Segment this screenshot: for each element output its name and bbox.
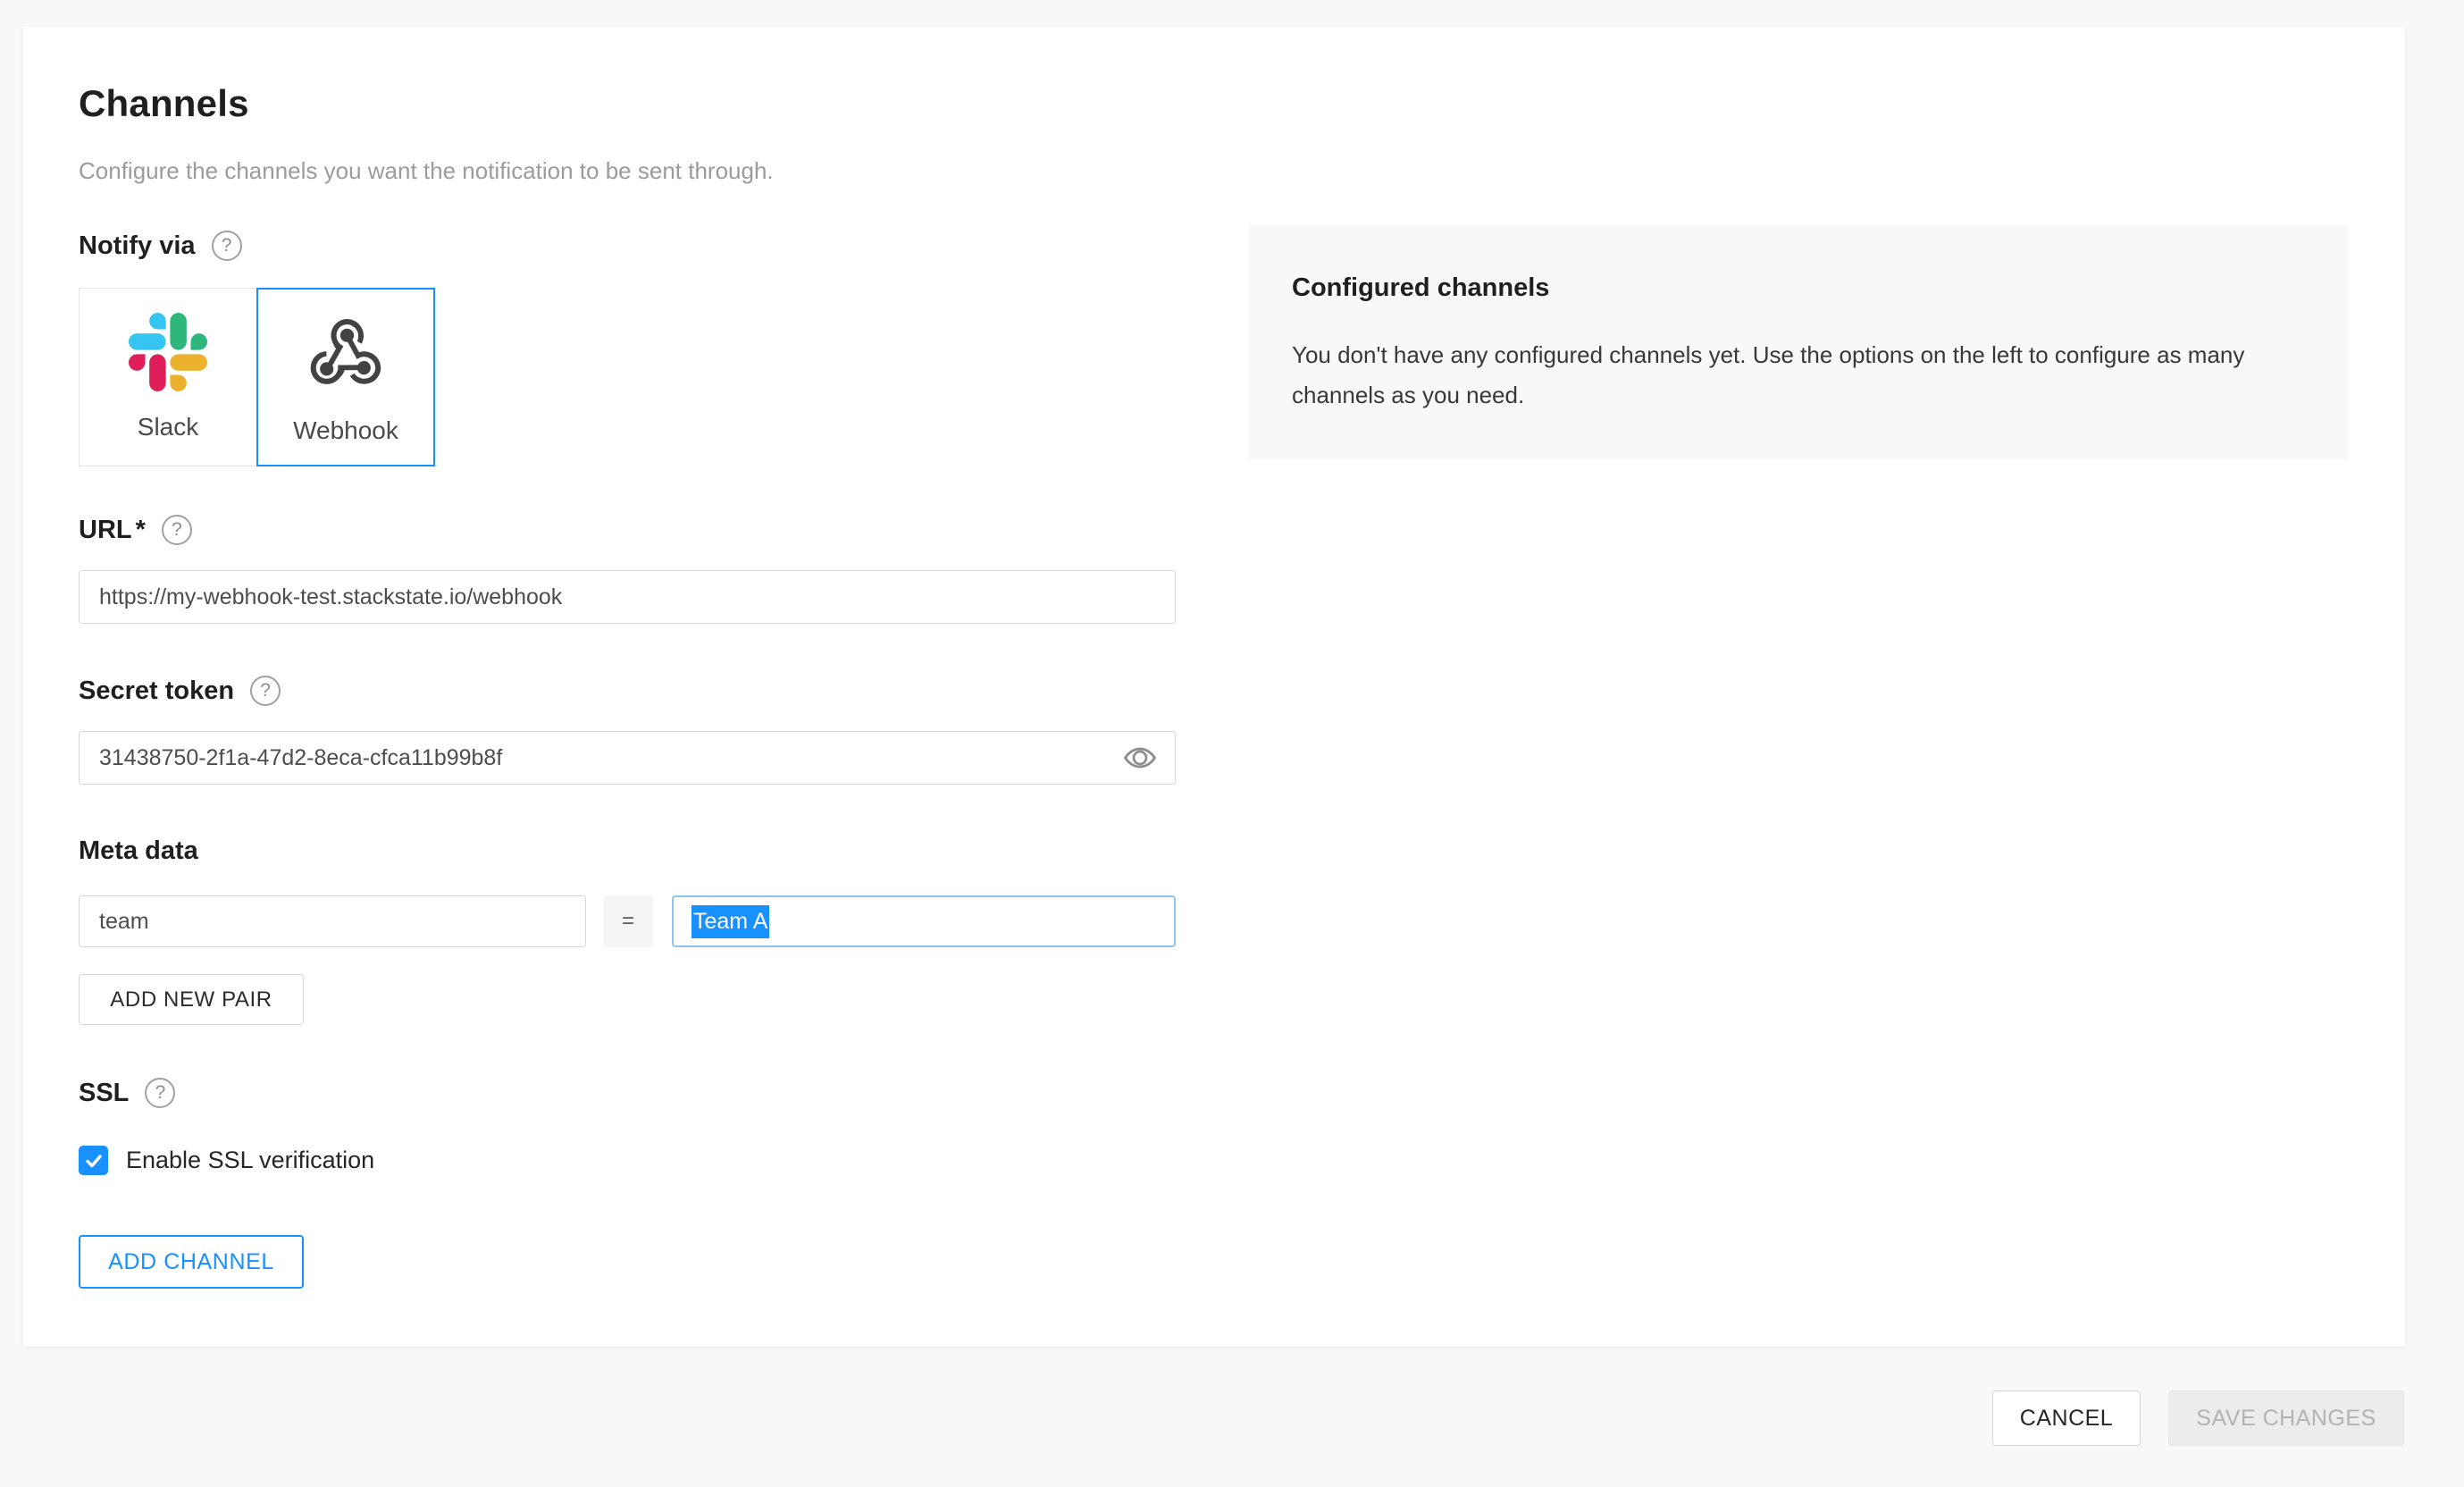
meta-data-label: Meta data — [79, 836, 198, 866]
meta-data-label-text: Meta data — [79, 836, 198, 866]
url-label: URL* ? — [79, 515, 192, 545]
question-circle-icon[interactable]: ? — [145, 1078, 175, 1108]
url-input[interactable] — [79, 570, 1176, 624]
channels-card: Channels Configure the channels you want… — [23, 27, 2405, 1347]
selected-text: Team A — [691, 905, 769, 938]
channel-option-webhook[interactable]: Webhook — [256, 288, 435, 466]
meta-key-input[interactable] — [79, 895, 586, 947]
configured-channels-panel: Configured channels You don't have any c… — [1249, 225, 2348, 459]
question-circle-icon[interactable]: ? — [162, 515, 192, 545]
ssl-checkbox[interactable] — [79, 1146, 108, 1175]
webhook-icon — [303, 309, 389, 395]
configured-channels-title: Configured channels — [1292, 273, 2305, 303]
meta-data-pair-row: = Team A — [79, 895, 1176, 947]
question-circle-icon[interactable]: ? — [250, 676, 281, 706]
meta-value-input[interactable]: Team A — [672, 895, 1176, 947]
question-circle-icon[interactable]: ? — [212, 231, 242, 261]
secret-token-field — [79, 731, 1176, 785]
slack-icon — [129, 313, 207, 391]
notify-channel-options: Slack Webhook — [79, 288, 435, 466]
check-icon — [83, 1150, 105, 1172]
ssl-checkbox-row: Enable SSL verification — [79, 1146, 374, 1175]
page-title: Channels — [79, 82, 249, 125]
ssl-label: SSL ? — [79, 1078, 175, 1108]
ssl-checkbox-label[interactable]: Enable SSL verification — [126, 1147, 374, 1174]
eye-icon — [1123, 744, 1157, 771]
channel-option-slack[interactable]: Slack — [79, 288, 257, 466]
cancel-button[interactable]: CANCEL — [1992, 1390, 2141, 1446]
configured-channels-empty-text: You don't have any configured channels y… — [1292, 335, 2292, 415]
equals-separator: = — [603, 895, 653, 947]
ssl-label-text: SSL — [79, 1079, 129, 1108]
add-new-pair-button[interactable]: ADD NEW PAIR — [79, 974, 304, 1025]
secret-token-label: Secret token ? — [79, 676, 281, 706]
notify-via-label: Notify via ? — [79, 231, 242, 261]
save-changes-button[interactable]: SAVE CHANGES — [2168, 1390, 2404, 1446]
channel-option-webhook-label: Webhook — [293, 416, 398, 445]
url-label-text: URL* — [79, 516, 146, 545]
secret-token-label-text: Secret token — [79, 676, 234, 706]
secret-token-input[interactable] — [79, 731, 1176, 785]
toggle-visibility-button[interactable] — [1122, 744, 1158, 772]
notify-via-label-text: Notify via — [79, 231, 196, 261]
required-marker: * — [136, 516, 146, 544]
channel-option-slack-label: Slack — [138, 413, 198, 441]
page-subtitle: Configure the channels you want the noti… — [79, 157, 774, 185]
add-channel-button[interactable]: ADD CHANNEL — [79, 1235, 304, 1289]
